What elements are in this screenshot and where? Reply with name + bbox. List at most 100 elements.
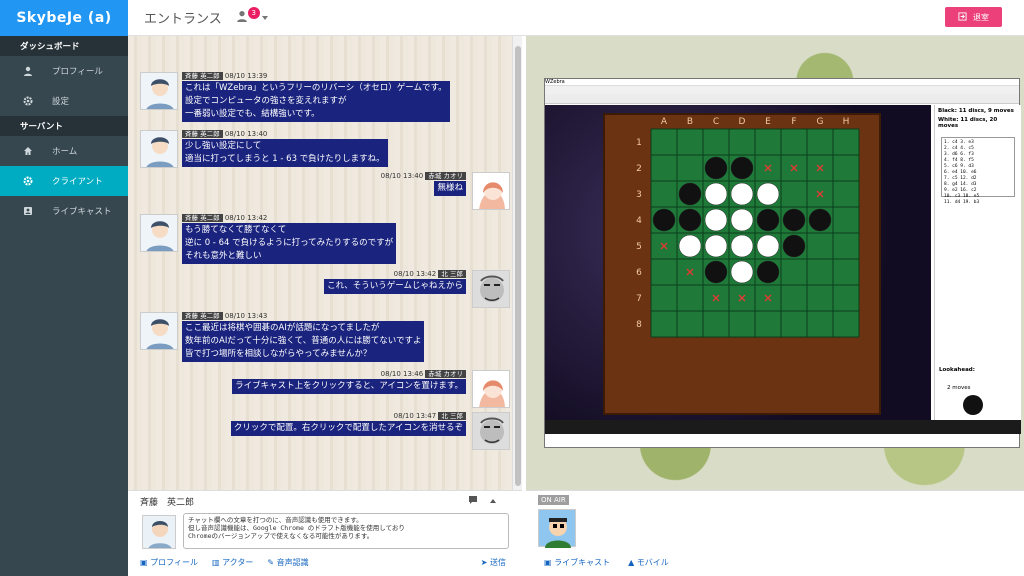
chevron-up-icon[interactable]: [490, 497, 496, 507]
message-meta: 08/10 13:42 北 三郎: [394, 268, 466, 278]
message-bubble: もう勝てなくて勝てなくて 逆に 0 - 64 で負けるように打ってみたりするのです…: [182, 223, 397, 264]
timestamp: 08/10 13:42: [224, 214, 268, 222]
message-meta: 斉藤 英二郎 08/10 13:39: [182, 70, 267, 80]
users-dropdown[interactable]: 3: [236, 6, 268, 30]
white-disc: [730, 260, 754, 284]
onair-avatar[interactable]: [538, 509, 576, 548]
othello-board[interactable]: A B C D E F G H 1 2 3 4 5 6 7 8: [621, 109, 863, 377]
avatar: [472, 270, 510, 308]
gear-icon: [22, 95, 34, 107]
turn-disc: [963, 395, 983, 415]
actor-button[interactable]: ▥ アクター: [212, 557, 253, 568]
timestamp: 08/10 13:43: [224, 312, 268, 320]
chevron-down-icon: [261, 14, 268, 24]
compose-area: 斉藤 英二郎 チャット欄への文章を打つのに、音声認識も使用できます。 但し音声認識…: [128, 490, 522, 576]
row-label: 1: [636, 138, 642, 148]
white-disc: [730, 182, 754, 206]
timestamp: 08/10 13:42: [393, 270, 437, 278]
windows-taskbar: [545, 420, 1021, 434]
sender-tag: 赤城 カオリ: [425, 172, 466, 180]
window-menubar: [545, 86, 1019, 94]
window-toolbar: [545, 94, 1019, 104]
android-icon: ▲: [628, 558, 635, 567]
black-disc: [704, 156, 728, 180]
sender-tag: 北 三郎: [438, 412, 466, 420]
message-input[interactable]: チャット欄への文章を打つのに、音声認識も使用できます。 但し音声認識機能は、Goo…: [183, 513, 509, 549]
livecast-area[interactable]: WZebra A B C D E F G H 1 2 3 4 5 6 7 8 Black: 11 discs,…: [526, 36, 1024, 490]
timestamp: 08/10 13:46: [380, 370, 424, 378]
sender-tag: 斉藤 英二郎: [182, 214, 223, 222]
column-label: F: [791, 117, 796, 127]
sender-tag: 斉藤 英二郎: [182, 130, 223, 138]
exit-room-button[interactable]: 退室: [945, 7, 1002, 27]
mobile-button[interactable]: ▲ モバイル: [628, 557, 669, 568]
black-disc: [652, 208, 676, 232]
message-meta: 08/10 13:46 赤城 カオリ: [381, 368, 466, 378]
timestamp: 08/10 13:39: [224, 72, 268, 80]
black-disc: [756, 208, 780, 232]
lookahead-label: Lookahead:: [939, 367, 975, 373]
black-disc: [678, 182, 702, 206]
white-disc: [704, 208, 728, 232]
timestamp: 08/10 13:40: [380, 172, 424, 180]
message-meta: 08/10 13:40 赤城 カオリ: [381, 170, 466, 180]
sidebar-item-profile[interactable]: プロフィール: [0, 56, 128, 86]
black-disc: [782, 234, 806, 258]
avatar: [140, 214, 178, 252]
chat-scrollbar[interactable]: [512, 36, 522, 490]
row-label: 8: [636, 320, 642, 330]
timestamp: 08/10 13:40: [224, 130, 268, 138]
message-bubble: 無様ね: [434, 181, 466, 196]
livecast-button[interactable]: ▣ ライブキャスト: [544, 557, 610, 568]
voice-recognition-button[interactable]: ✎ 音声認識: [267, 557, 308, 568]
sidebar-item-livecast[interactable]: ライブキャスト: [0, 196, 128, 226]
white-disc: [730, 208, 754, 232]
row-label: 5: [636, 242, 642, 252]
column-label: C: [713, 117, 719, 127]
sidebar-item-client[interactable]: クライアント: [0, 166, 128, 196]
row-label: 2: [636, 164, 642, 174]
message-bubble: これ、そういうゲームじゃねえから: [324, 279, 466, 294]
sidebar-item-home[interactable]: ホーム: [0, 136, 128, 166]
avatar: [140, 130, 178, 168]
message-meta: 斉藤 英二郎 08/10 13:40: [182, 128, 267, 138]
black-disc: [756, 260, 780, 284]
avatar: [140, 312, 178, 350]
move-list: 1. c4 3. e3 2. c4 4. c5 3. d6 6. f3 4. f4 8…: [941, 137, 1015, 205]
profile-button[interactable]: ▣ プロフィール: [140, 557, 198, 568]
row-label: 7: [636, 294, 642, 304]
chat-log[interactable]: 斉藤 英二郎 08/10 13:39 これは「WZebra」というフリーのリバーシ…: [128, 36, 522, 490]
onair-panel: ON AIR ▣ ライブキャスト ▲ モバイル: [526, 490, 1024, 576]
game-window[interactable]: WZebra A B C D E F G H 1 2 3 4 5 6 7 8 Black: 11 discs,…: [544, 78, 1021, 448]
column-label: G: [817, 117, 824, 127]
person-icon: [22, 65, 34, 77]
column-label: D: [739, 117, 746, 127]
onair-label: ON AIR: [538, 495, 569, 505]
message-bubble: クリックで配置。右クリックで配置したアイコンを消せるぞ: [230, 421, 466, 436]
chat-icon[interactable]: [468, 495, 478, 508]
sidebar-item-settings[interactable]: 設定: [0, 86, 128, 116]
sender-tag: 北 三郎: [438, 270, 466, 278]
message-bubble: ライブキャスト上をクリックすると、アイコンを置けます。: [232, 379, 466, 394]
sender-tag: 赤城 カオリ: [425, 370, 466, 378]
white-disc: [756, 182, 780, 206]
send-button[interactable]: ➤ 送信: [481, 557, 506, 568]
sender-name: 斉藤 英二郎: [140, 498, 195, 508]
app-logo[interactable]: SkybeJe (a): [0, 0, 128, 36]
section-servant: サーバント: [0, 116, 128, 136]
white-disc: [730, 234, 754, 258]
white-disc: [678, 234, 702, 258]
message-bubble: ここ最近は将棋や囲碁のAIが話題になってましたが 数年前のAIだって十分に強くて、…: [182, 321, 425, 362]
message-meta: 斉藤 英二郎 08/10 13:43: [182, 310, 267, 320]
exit-icon: [958, 11, 967, 23]
black-status: Black: 11 discs, 9 moves: [938, 108, 1014, 114]
avatar: [142, 515, 176, 549]
sender-tag: 斉藤 英二郎: [182, 312, 223, 320]
lookahead-value: 2 moves: [947, 385, 971, 391]
row-label: 6: [636, 268, 642, 278]
black-disc: [808, 208, 832, 232]
column-label: B: [687, 117, 693, 127]
avatar: [472, 370, 510, 408]
message-bubble: これは「WZebra」というフリーのリバーシ（オセロ）ゲームです。 設定でコンピュ…: [182, 81, 450, 122]
message-meta: 08/10 13:47 北 三郎: [394, 410, 466, 420]
